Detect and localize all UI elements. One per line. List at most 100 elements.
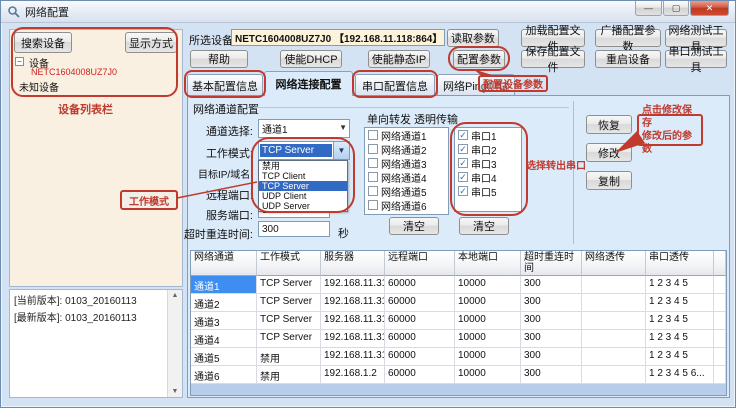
table-cell[interactable]: TCP Server [257, 276, 321, 294]
checkbox-item[interactable]: ✓串口4 [455, 170, 521, 184]
unchecked-checkbox-icon[interactable] [368, 200, 378, 210]
table-header-cell[interactable]: 工作模式 [257, 251, 321, 276]
table-cell[interactable]: 60000 [385, 294, 455, 312]
work-mode-option[interactable]: UDP Client [259, 191, 347, 201]
table-cell[interactable]: 60000 [385, 330, 455, 348]
table-cell[interactable]: 60000 [385, 276, 455, 294]
table-cell[interactable]: 192.168.1.2 [321, 366, 385, 384]
tab-basic-config[interactable]: 基本配置信息 [187, 74, 263, 96]
table-cell[interactable]: 10000 [455, 294, 521, 312]
table-cell[interactable]: TCP Server [257, 330, 321, 348]
table-row[interactable]: 通道2TCP Server192.168.11.3160000100003001… [191, 294, 726, 312]
maximize-button[interactable]: ▢ [663, 1, 689, 16]
checked-checkbox-icon[interactable]: ✓ [458, 158, 468, 168]
table-cell[interactable]: 1 2 3 4 5 [646, 276, 714, 294]
table-cell[interactable]: 1 2 3 4 5 [646, 348, 714, 366]
table-cell[interactable]: 300 [521, 330, 582, 348]
table-cell[interactable]: 60000 [385, 366, 455, 384]
scrollbar[interactable]: ▲ ▼ [167, 290, 182, 397]
table-cell[interactable]: 300 [521, 294, 582, 312]
checkbox-item[interactable]: ✓串口5 [455, 184, 521, 198]
table-cell[interactable]: 192.168.11.31 [321, 312, 385, 330]
scroll-up-icon[interactable]: ▲ [168, 292, 182, 299]
config-params-button[interactable]: 配置参数 [453, 50, 505, 68]
tab-network-connection[interactable]: 网络连接配置 [264, 71, 353, 96]
table-cell[interactable]: 禁用 [257, 366, 321, 384]
help-button[interactable]: 帮助 [190, 50, 248, 68]
table-cell[interactable]: 禁用 [257, 348, 321, 366]
table-cell[interactable]: 通道5 [191, 348, 257, 366]
scroll-down-icon[interactable]: ▼ [168, 388, 182, 395]
work-mode-option[interactable]: TCP Client [259, 171, 347, 181]
table-row[interactable]: 通道4TCP Server192.168.11.3160000100003001… [191, 330, 726, 348]
checked-checkbox-icon[interactable]: ✓ [458, 144, 468, 154]
checkbox-item[interactable]: 网络通道5 [365, 184, 448, 198]
table-cell[interactable]: 10000 [455, 330, 521, 348]
unchecked-checkbox-icon[interactable] [368, 130, 378, 140]
table-cell[interactable]: 10000 [455, 366, 521, 384]
unchecked-checkbox-icon[interactable] [368, 172, 378, 182]
restart-device-button[interactable]: 重启设备 [595, 50, 661, 68]
table-row[interactable]: 通道6禁用192.168.1.260000100003001 2 3 4 5 6… [191, 366, 726, 384]
table-cell[interactable]: 通道4 [191, 330, 257, 348]
modify-button[interactable]: 修改 [586, 143, 632, 162]
table-cell[interactable]: TCP Server [257, 294, 321, 312]
table-cell[interactable]: TCP Server [257, 312, 321, 330]
unchecked-checkbox-icon[interactable] [368, 186, 378, 196]
work-mode-option[interactable]: UDP Server [259, 201, 347, 211]
broadcast-config-button[interactable]: 广播配置参数 [595, 29, 661, 47]
table-header-cell[interactable]: 网络透传 [582, 251, 646, 276]
table-cell[interactable]: 1 2 3 4 5 [646, 312, 714, 330]
checked-checkbox-icon[interactable]: ✓ [458, 130, 468, 140]
table-header-cell[interactable]: 远程端口 [385, 251, 455, 276]
timeout-field[interactable]: 300 [258, 221, 330, 237]
table-header-cell[interactable]: 本地端口 [455, 251, 521, 276]
table-header-cell[interactable]: 超时重连时间 [521, 251, 582, 276]
search-device-button[interactable]: 搜索设备 [14, 32, 72, 53]
table-cell[interactable]: 192.168.11.31 [321, 330, 385, 348]
table-cell[interactable]: 通道6 [191, 366, 257, 384]
table-header-cell[interactable]: 服务器 [321, 251, 385, 276]
copy-button[interactable]: 复制 [586, 171, 632, 190]
table-cell[interactable]: 300 [521, 276, 582, 294]
checked-checkbox-icon[interactable]: ✓ [458, 172, 468, 182]
enable-static-ip-button[interactable]: 使能静态IP [368, 50, 430, 68]
tab-serial-config[interactable]: 串口配置信息 [355, 74, 435, 96]
checkbox-item[interactable]: ✓串口3 [455, 156, 521, 170]
checked-checkbox-icon[interactable]: ✓ [458, 186, 468, 196]
table-cell[interactable]: 60000 [385, 312, 455, 330]
selected-device-field[interactable]: NETC1604008UZ7J0 【192.168.11.118:864】 [231, 29, 445, 46]
table-cell[interactable]: 300 [521, 312, 582, 330]
table-cell[interactable]: 1 2 3 4 5 [646, 294, 714, 312]
unchecked-checkbox-icon[interactable] [368, 144, 378, 154]
table-header-cell[interactable]: 串口透传 [646, 251, 714, 276]
display-mode-button[interactable]: 显示方式 [125, 32, 177, 53]
checkbox-item[interactable]: ✓串口1 [455, 128, 521, 142]
table-cell[interactable] [582, 330, 646, 348]
clear-net-channels-button[interactable]: 清空 [389, 217, 439, 235]
table-row[interactable]: 通道1TCP Server192.168.11.3160000100003001… [191, 276, 726, 294]
chevron-down-icon[interactable]: ▼ [333, 142, 349, 159]
tree-device-id[interactable]: NETC1604008UZ7J0 [31, 67, 117, 77]
table-cell[interactable]: 通道1 [191, 276, 257, 294]
close-button[interactable]: ✕ [690, 1, 729, 16]
table-header-cell[interactable]: 网络通道 [191, 251, 257, 276]
table-cell[interactable] [582, 312, 646, 330]
checkbox-item[interactable]: 网络通道3 [365, 156, 448, 170]
table-row[interactable]: 通道3TCP Server192.168.11.3160000100003001… [191, 312, 726, 330]
work-mode-option[interactable]: 禁用 [259, 161, 347, 171]
table-cell[interactable]: 192.168.11.31 [321, 348, 385, 366]
table-cell[interactable]: 192.168.11.31 [321, 276, 385, 294]
table-cell[interactable]: 10000 [455, 348, 521, 366]
read-params-button[interactable]: 读取参数 [447, 29, 499, 47]
table-cell[interactable] [582, 276, 646, 294]
unchecked-checkbox-icon[interactable] [368, 158, 378, 168]
checkbox-item[interactable]: 网络通道1 [365, 128, 448, 142]
chevron-down-icon[interactable]: ▼ [339, 123, 347, 132]
checkbox-item[interactable]: 网络通道2 [365, 142, 448, 156]
channel-select-combo[interactable]: 通道1 ▼ [258, 119, 350, 138]
checkbox-item[interactable]: ✓串口2 [455, 142, 521, 156]
table-cell[interactable]: 1 2 3 4 5 6... [646, 366, 714, 384]
checkbox-item[interactable]: 网络通道4 [365, 170, 448, 184]
work-mode-option[interactable]: TCP Server [259, 181, 347, 191]
